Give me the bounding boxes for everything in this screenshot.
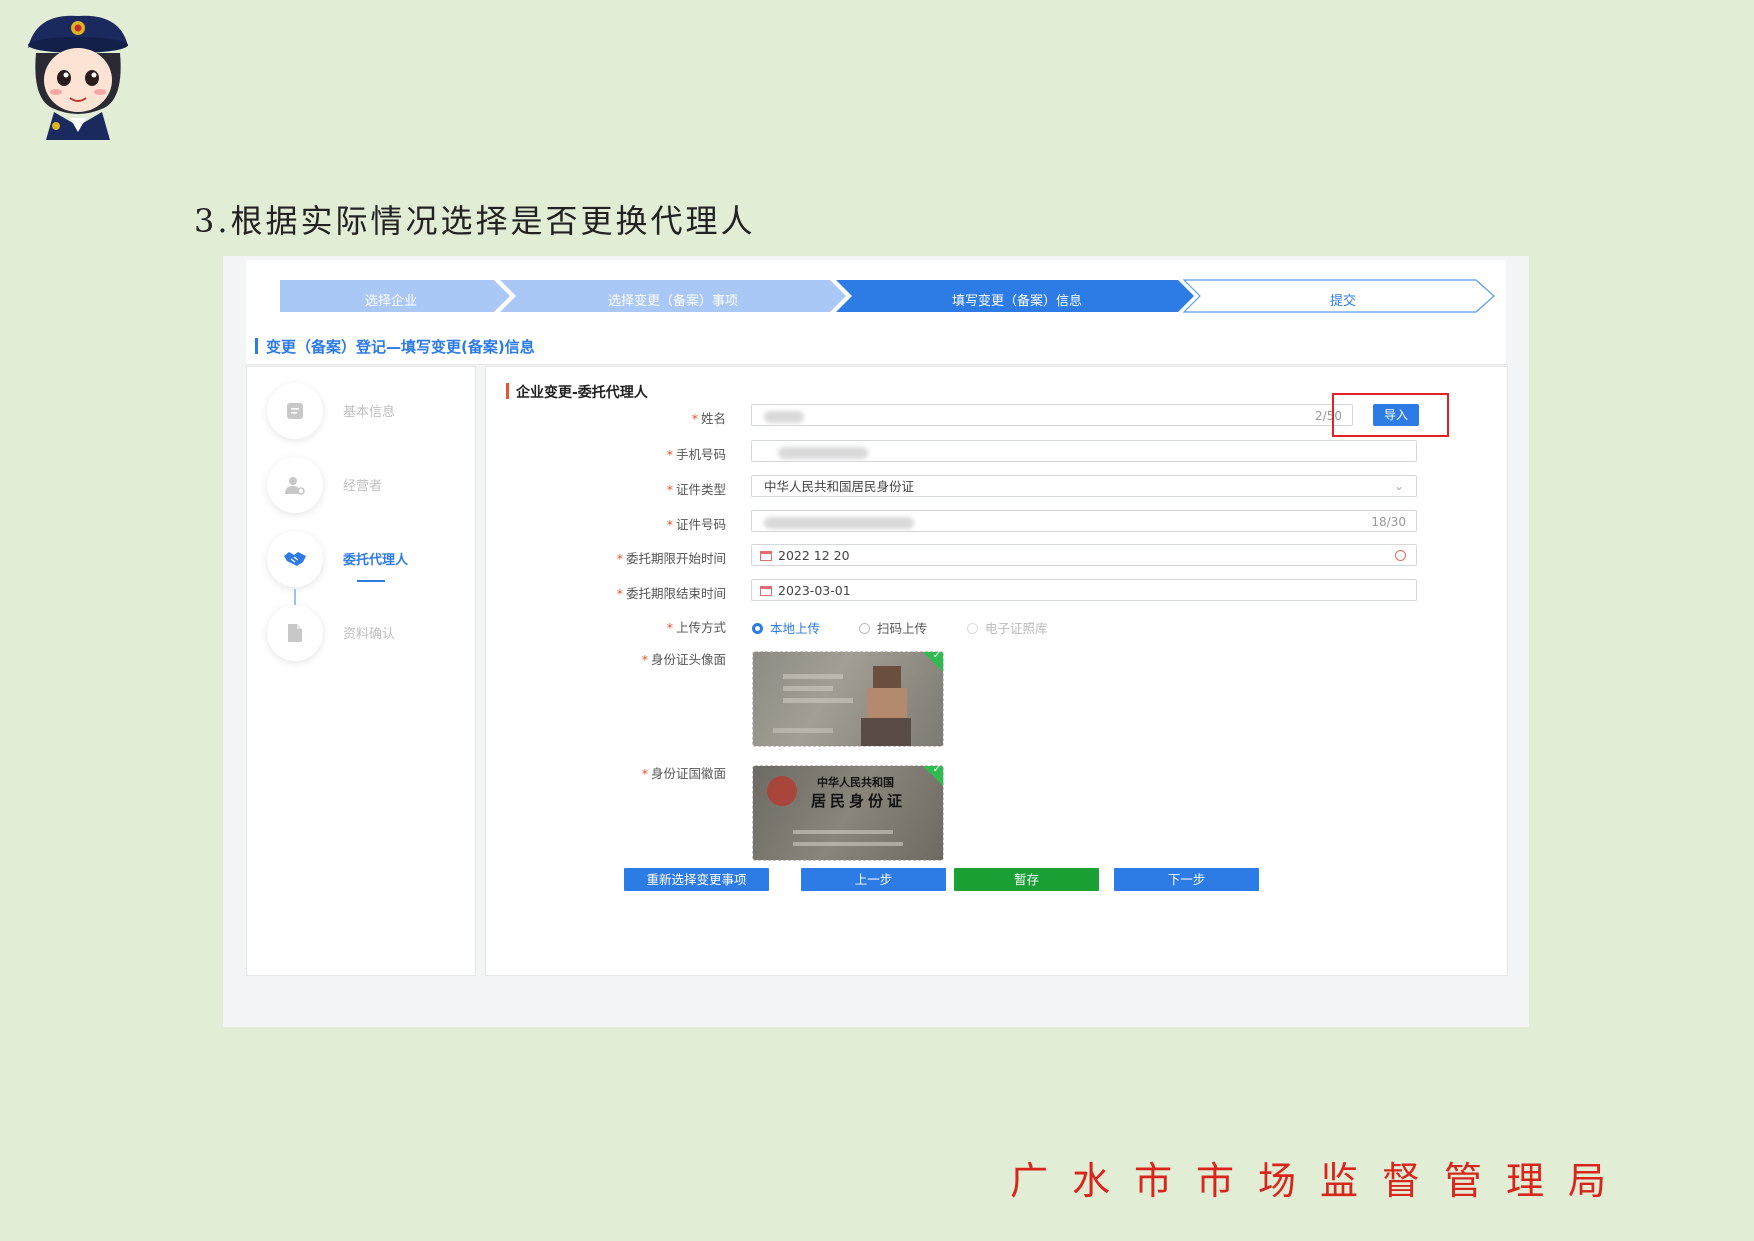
step-title: 3.根据实际情况选择是否更换代理人: [194, 202, 756, 240]
screenshot-window: 选择企业 选择变更（备案）事项 填写变更（备案）信息 提交 变更（备案）登记—填…: [223, 256, 1529, 1027]
document-icon: [267, 383, 323, 439]
national-emblem-icon: [767, 776, 797, 806]
next-step-button[interactable]: 下一步: [1114, 868, 1259, 891]
agent-form-panel: 企业变更-委托代理人 * 姓名 2/50 导入 * 手机号码 * 证件类型 中华人民共…: [485, 366, 1508, 976]
radio-dot-icon: [859, 623, 870, 634]
id-type-label: * 证件类型: [666, 482, 726, 497]
row-start-date: * 委托期限开始时间 2022 12 20: [486, 544, 1507, 570]
page-heading: 变更（备案）登记—填写变更(备案)信息: [246, 326, 1506, 365]
row-end-date: * 委托期限结束时间 2023-03-01: [486, 579, 1507, 605]
start-date-label: * 委托期限开始时间: [616, 551, 726, 566]
handshake-icon: [267, 531, 323, 587]
id-back-label: * 身份证国徽面: [641, 766, 726, 781]
step-1-label[interactable]: 选择企业: [280, 290, 502, 314]
row-id-type: * 证件类型 中华人民共和国居民身份证 ⌄: [486, 475, 1507, 501]
step-3-label[interactable]: 填写变更（备案）信息: [850, 290, 1184, 314]
sidebar-item-agent[interactable]: 委托代理人: [267, 531, 467, 591]
id-front-image[interactable]: ✓: [752, 651, 944, 747]
id-front-photo: [753, 652, 943, 746]
id-number-input[interactable]: 18/30: [751, 510, 1417, 532]
save-draft-button[interactable]: 暂存: [954, 868, 1099, 891]
sidebar-item-label: 基本信息: [343, 405, 396, 420]
sidebar-item-operator[interactable]: 经营者: [267, 457, 467, 517]
heading-accent-bar: [255, 338, 258, 354]
sidebar-item-basic-info[interactable]: 基本信息: [267, 383, 467, 443]
end-date-picker[interactable]: 2023-03-01: [751, 579, 1417, 601]
row-id-back: * 身份证国徽面: [486, 759, 1507, 785]
section-title-text: 企业变更-委托代理人: [516, 385, 648, 401]
id-front-label: * 身份证头像面: [641, 652, 726, 667]
start-date-value: 2022 12 20: [778, 548, 850, 563]
name-input[interactable]: 2/50: [751, 404, 1353, 426]
page-heading-text: 变更（备案）登记—填写变更(备案)信息: [266, 338, 535, 356]
step-2-label[interactable]: 选择变更（备案）事项: [512, 290, 834, 314]
reselect-change-button[interactable]: 重新选择变更事项: [624, 868, 769, 891]
id-number-label: * 证件号码: [666, 517, 726, 532]
redacted-value: [764, 410, 804, 423]
id-card-title-large: 居民身份证: [811, 792, 907, 810]
sidebar-item-label: 资料确认: [343, 627, 396, 642]
phone-input[interactable]: [751, 440, 1417, 462]
radio-dot-icon: [967, 623, 978, 634]
calendar-icon: [760, 551, 772, 561]
id-back-image[interactable]: 中华人民共和国 居民身份证 ✓: [752, 765, 944, 861]
phone-label: * 手机号码: [666, 447, 726, 462]
id-back-photo: 中华人民共和国 居民身份证: [753, 766, 943, 860]
radio-local-upload[interactable]: 本地上传: [752, 618, 820, 637]
check-icon: ✓: [932, 765, 941, 775]
radio-scan-upload[interactable]: 扫码上传: [859, 618, 927, 637]
active-nav-underline: [357, 580, 385, 582]
check-icon: ✓: [932, 651, 941, 661]
name-label: * 姓名: [691, 411, 726, 426]
chevron-down-icon: ⌄: [1393, 479, 1404, 493]
user-settings-icon: [267, 457, 323, 513]
section-accent-bar: [506, 383, 509, 399]
step-progress-bar: 选择企业 选择变更（备案）事项 填写变更（备案）信息 提交: [246, 260, 1506, 331]
row-id-number: * 证件号码 18/30: [486, 510, 1507, 536]
id-card-title-small: 中华人民共和国: [817, 776, 894, 789]
calendar-icon: [760, 586, 772, 596]
clear-icon[interactable]: [1395, 550, 1406, 561]
end-date-value: 2023-03-01: [778, 583, 851, 598]
row-phone: * 手机号码: [486, 440, 1507, 466]
sidebar-item-label: 经营者: [343, 479, 383, 494]
file-check-icon: [267, 605, 323, 661]
start-date-picker[interactable]: 2022 12 20: [751, 544, 1417, 566]
redacted-value: [764, 516, 914, 529]
mascot-illustration: [18, 8, 138, 143]
row-id-front: * 身份证头像面: [486, 645, 1507, 671]
end-date-label: * 委托期限结束时间: [616, 586, 726, 601]
id-type-select[interactable]: 中华人民共和国居民身份证 ⌄: [751, 475, 1417, 497]
upload-method-label: * 上传方式: [666, 620, 726, 635]
prev-step-button[interactable]: 上一步: [801, 868, 946, 891]
sidebar-item-confirm[interactable]: 资料确认: [267, 605, 467, 665]
row-upload-method: * 上传方式 本地上传 扫码上传 电子证照库: [486, 613, 1507, 639]
footer-organization: 广水市市场监督管理局: [1010, 1159, 1631, 1203]
id-type-value: 中华人民共和国居民身份证: [764, 479, 915, 494]
import-highlight-box: [1332, 393, 1449, 437]
radio-e-license: 电子证照库: [967, 618, 1048, 637]
radio-dot-icon: [752, 623, 763, 634]
step-4-label[interactable]: 提交: [1198, 290, 1488, 314]
sidebar-item-label: 委托代理人: [343, 553, 409, 568]
id-number-char-count: 18/30: [1371, 515, 1406, 529]
redacted-value: [778, 446, 868, 459]
sidebar-nav: 基本信息 经营者 委托代理人 资料确认: [246, 366, 476, 976]
